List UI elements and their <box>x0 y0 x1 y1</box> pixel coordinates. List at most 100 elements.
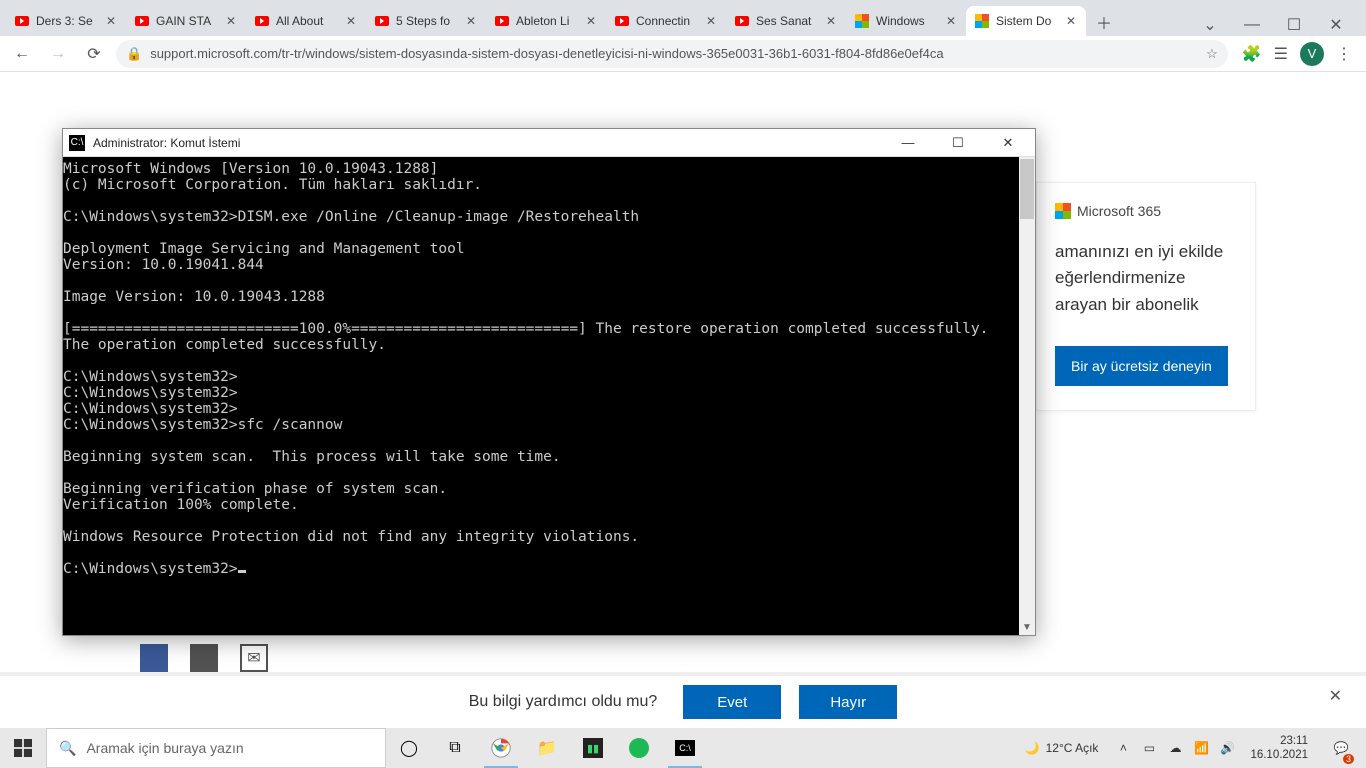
tray-volume-icon[interactable]: 🔊 <box>1218 741 1236 755</box>
minimize-button[interactable]: — <box>1236 14 1268 36</box>
cmd-scrollbar[interactable]: ▲ ▼ <box>1019 157 1035 635</box>
tab-6[interactable]: Ses Sanat✕ <box>726 6 846 36</box>
tab-8[interactable]: Sistem Do ✕ <box>966 6 1086 36</box>
window-controls: ⌄ — ☐ ✕ <box>1194 14 1360 36</box>
microsoft-365-brand-text: Microsoft 365 <box>1077 203 1161 219</box>
tray-chevron-icon[interactable]: ˄ <box>1114 741 1132 755</box>
youtube-favicon-icon <box>134 13 150 29</box>
tray-battery-icon[interactable]: ▭ <box>1140 741 1158 755</box>
tray-wifi-icon[interactable]: 📶 <box>1192 741 1210 755</box>
taskbar-search[interactable]: 🔍 Aramak için buraya yazın <box>46 728 386 768</box>
tray-weather[interactable]: 🌙 12°C Açık <box>1025 741 1099 755</box>
microsoft-365-card: Microsoft 365 amanınızı en iyi ekilde eğ… <box>1036 182 1256 411</box>
cmd-title: Administrator: Komut İstemi <box>93 136 879 150</box>
new-tab-button[interactable]: ＋ <box>1090 8 1118 36</box>
notification-badge: 3 <box>1343 754 1354 764</box>
chrome-caret-icon[interactable]: ⌄ <box>1194 14 1226 36</box>
tray-onedrive-icon[interactable]: ☁ <box>1166 741 1184 755</box>
tray-clock[interactable]: 23:11 16.10.2021 <box>1244 734 1314 762</box>
youtube-favicon-icon <box>614 13 630 29</box>
task-file-explorer-icon[interactable]: 📁 <box>524 728 570 768</box>
microsoft-logo-icon <box>1055 203 1071 219</box>
youtube-favicon-icon <box>254 13 270 29</box>
tab-close-icon[interactable]: ✕ <box>584 14 598 28</box>
chrome-browser: Ders 3: Se✕GAIN STA✕All About✕5 Steps fo… <box>0 0 1366 768</box>
url-bar[interactable]: 🔒 support.microsoft.com/tr-tr/windows/si… <box>116 40 1228 68</box>
tab-3[interactable]: 5 Steps fo ✕ <box>366 6 486 36</box>
microsoft-favicon-icon <box>974 13 990 29</box>
tab-close-icon[interactable]: ✕ <box>344 14 358 28</box>
linkedin-icon[interactable] <box>190 644 218 672</box>
scroll-thumb[interactable] <box>1020 159 1034 219</box>
task-cortana-icon[interactable]: ◯ <box>386 728 432 768</box>
reload-button[interactable]: ⟳ <box>80 40 108 68</box>
facebook-icon[interactable] <box>140 644 168 672</box>
social-share-row: ✉ <box>140 644 268 672</box>
tab-7[interactable]: Windows ✕ <box>846 6 966 36</box>
microsoft-365-logo: Microsoft 365 <box>1055 203 1237 219</box>
tab-2[interactable]: All About ✕ <box>246 6 366 36</box>
tab-strip: Ders 3: Se✕GAIN STA✕All About✕5 Steps fo… <box>0 0 1366 36</box>
tab-4[interactable]: Ableton Li ✕ <box>486 6 606 36</box>
windows-taskbar: 🔍 Aramak için buraya yazın ◯ ⧉ 📁 ▮▮ C:\ … <box>0 728 1366 768</box>
address-bar-row: ← → ⟳ 🔒 support.microsoft.com/tr-tr/wind… <box>0 36 1366 72</box>
youtube-favicon-icon <box>734 13 750 29</box>
bookmark-star-icon[interactable]: ☆ <box>1206 46 1218 62</box>
start-button[interactable] <box>0 728 46 768</box>
tab-close-icon[interactable]: ✕ <box>824 14 838 28</box>
extensions-icon[interactable]: 🧩 <box>1242 44 1262 64</box>
maximize-button[interactable]: ☐ <box>1278 14 1310 36</box>
forward-button[interactable]: → <box>44 40 72 68</box>
task-chrome-icon[interactable] <box>478 728 524 768</box>
tab-close-icon[interactable]: ✕ <box>1064 14 1078 28</box>
task-cmd-icon[interactable]: C:\ <box>662 728 708 768</box>
tab-title: Ableton Li <box>516 14 578 28</box>
scroll-down-icon[interactable]: ▼ <box>1019 619 1035 635</box>
lock-icon: 🔒 <box>126 46 142 62</box>
search-icon: 🔍 <box>59 740 76 757</box>
weather-icon: 🌙 <box>1025 741 1040 755</box>
command-prompt-titlebar[interactable]: C:\ Administrator: Komut İstemi — ☐ ✕ <box>63 129 1035 157</box>
task-view-icon[interactable]: ⧉ <box>432 728 478 768</box>
tab-title: Connectin <box>636 14 698 28</box>
tray-time: 23:11 <box>1250 734 1308 748</box>
cmd-minimize-button[interactable]: — <box>887 131 929 155</box>
tab-1[interactable]: GAIN STA✕ <box>126 6 246 36</box>
task-app-icon-1[interactable]: ▮▮ <box>570 728 616 768</box>
cmd-output[interactable]: Microsoft Windows [Version 10.0.19043.12… <box>63 157 1019 635</box>
command-prompt-window: C:\ Administrator: Komut İstemi — ☐ ✕ Mi… <box>62 128 1036 636</box>
tab-title: Sistem Do <box>996 14 1058 28</box>
feedback-close-icon[interactable]: ✕ <box>1329 686 1342 706</box>
profile-avatar[interactable]: V <box>1300 42 1324 66</box>
cmd-maximize-button[interactable]: ☐ <box>937 131 979 155</box>
feedback-bar: Bu bilgi yardımcı oldu mu? Evet Hayır ✕ <box>0 672 1366 728</box>
chrome-menu-icon[interactable]: ⋮ <box>1336 44 1352 64</box>
tab-close-icon[interactable]: ✕ <box>944 14 958 28</box>
tab-close-icon[interactable]: ✕ <box>104 14 118 28</box>
feedback-no-button[interactable]: Hayır <box>799 685 897 719</box>
search-placeholder: Aramak için buraya yazın <box>86 740 243 756</box>
cmd-close-button[interactable]: ✕ <box>987 131 1029 155</box>
tab-close-icon[interactable]: ✕ <box>224 14 238 28</box>
back-button[interactable]: ← <box>8 40 36 68</box>
tray-notifications-icon[interactable]: 💬3 <box>1322 728 1360 768</box>
task-spotify-icon[interactable] <box>616 728 662 768</box>
youtube-favicon-icon <box>494 13 510 29</box>
weather-text: 12°C Açık <box>1046 741 1099 755</box>
tab-5[interactable]: Connectin ✕ <box>606 6 726 36</box>
email-icon[interactable]: ✉ <box>240 644 268 672</box>
tab-title: 5 Steps fo <box>396 14 458 28</box>
feedback-yes-button[interactable]: Evet <box>683 685 781 719</box>
tab-0[interactable]: Ders 3: Se ✕ <box>6 6 126 36</box>
tab-close-icon[interactable]: ✕ <box>464 14 478 28</box>
tab-title: All About <box>276 14 338 28</box>
taskbar-apps: ◯ ⧉ 📁 ▮▮ C:\ <box>386 728 708 768</box>
tab-title: Windows <box>876 14 938 28</box>
cmd-icon: C:\ <box>69 135 85 151</box>
close-button[interactable]: ✕ <box>1320 14 1352 36</box>
reading-list-icon[interactable]: ☰ <box>1274 44 1288 64</box>
tab-close-icon[interactable]: ✕ <box>704 14 718 28</box>
free-trial-button[interactable]: Bir ay ücretsiz deneyin <box>1055 346 1228 386</box>
feedback-question: Bu bilgi yardımcı oldu mu? <box>469 693 658 711</box>
tab-title: Ders 3: Se <box>36 14 98 28</box>
